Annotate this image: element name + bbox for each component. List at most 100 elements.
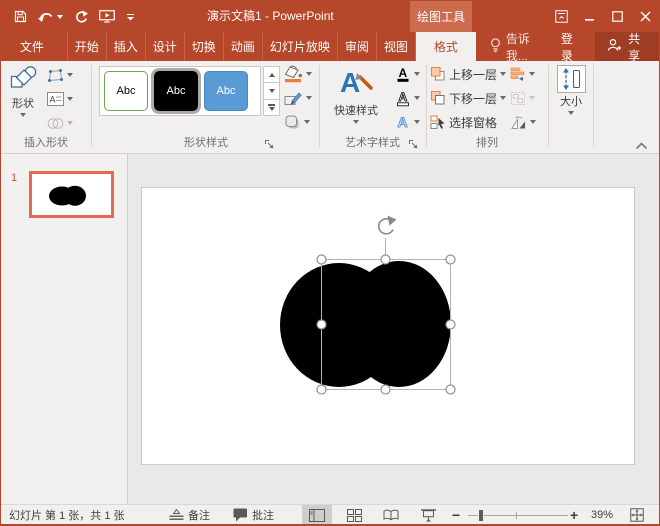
share-button[interactable]: 共享 <box>595 32 659 61</box>
tab-insert[interactable]: 插入 <box>106 32 145 61</box>
shape-styles-dialog-launcher-icon[interactable] <box>264 137 276 149</box>
slideshow-view-button[interactable] <box>413 505 443 525</box>
close-icon[interactable] <box>631 1 659 32</box>
save-icon[interactable] <box>14 10 27 23</box>
collapse-ribbon-icon[interactable] <box>635 137 648 155</box>
rotate-handle[interactable] <box>379 216 397 234</box>
tab-review[interactable]: 审阅 <box>337 32 376 61</box>
arrange-buttons: 上移一层 下移一层 选择窗格 <box>430 62 506 134</box>
size-icon <box>557 65 586 93</box>
group-objects-button[interactable] <box>510 86 536 110</box>
reading-view-button[interactable] <box>376 505 406 525</box>
customize-qat-icon[interactable] <box>126 13 135 21</box>
notes-button[interactable]: 备注 <box>169 505 210 525</box>
edit-shape-button[interactable] <box>47 63 73 87</box>
handle-bottom-left[interactable] <box>317 385 326 394</box>
zoom-slider-center-tick <box>516 512 517 519</box>
text-effects-button[interactable]: A <box>395 110 420 134</box>
zoom-out-button[interactable]: − <box>452 505 460 525</box>
black-freeform-shape[interactable] <box>280 261 451 387</box>
comments-label: 批注 <box>252 507 274 523</box>
shape-style-green[interactable]: Abc <box>104 71 148 111</box>
selection-pane-button[interactable]: 选择窗格 <box>430 110 506 134</box>
start-slideshow-icon[interactable] <box>99 10 115 23</box>
size-caret <box>568 111 574 115</box>
shape-style-blue[interactable]: Abc <box>204 71 248 111</box>
handle-top-left[interactable] <box>317 255 326 264</box>
svg-text:A: A <box>50 95 56 105</box>
quick-styles-button[interactable]: A 快速样式 <box>325 62 387 124</box>
minimize-icon[interactable] <box>575 1 603 32</box>
gallery-scroll-down[interactable] <box>263 83 280 99</box>
quick-styles-icon: A <box>338 65 374 102</box>
zoom-percentage[interactable]: 39% <box>591 505 613 525</box>
tab-animations[interactable]: 动画 <box>223 32 262 61</box>
shape-fill-caret <box>306 72 312 76</box>
tab-file[interactable]: 文件 <box>9 32 55 61</box>
handle-bottom-right[interactable] <box>446 385 455 394</box>
normal-view-button[interactable] <box>302 505 332 525</box>
rotate-button[interactable] <box>510 110 536 134</box>
bring-forward-caret <box>500 72 506 76</box>
fit-slide-to-window-button[interactable] <box>630 505 644 525</box>
slide-sorter-view-button[interactable] <box>339 505 369 525</box>
view-switcher <box>302 505 443 525</box>
handle-top-center[interactable] <box>381 255 390 264</box>
zoom-in-button[interactable]: + <box>570 505 578 525</box>
undo-dropdown-caret[interactable] <box>57 15 63 19</box>
comments-button[interactable]: 批注 <box>233 505 274 525</box>
text-fill-button[interactable]: A <box>395 62 420 86</box>
tab-home[interactable]: 开始 <box>67 32 106 61</box>
gallery-more-button[interactable] <box>263 100 280 116</box>
shape-effects-button[interactable] <box>284 110 312 134</box>
comments-icon <box>233 508 248 522</box>
shapes-button[interactable]: 形状 <box>4 62 42 117</box>
gallery-scroll-buttons <box>263 66 280 116</box>
text-box-button[interactable]: A <box>47 87 73 111</box>
slide[interactable] <box>141 187 635 465</box>
bring-forward-button[interactable]: 上移一层 <box>430 62 506 86</box>
quick-access-toolbar <box>1 10 135 23</box>
tell-me-box[interactable]: 告诉我... <box>490 32 548 61</box>
slide-editing-canvas[interactable] <box>128 154 659 504</box>
slide-thumbnail-selected[interactable] <box>29 171 114 218</box>
shape-style-black-selected[interactable]: Abc <box>154 71 198 111</box>
tab-transitions[interactable]: 切换 <box>184 32 223 61</box>
maximize-icon[interactable] <box>603 1 631 32</box>
zoom-slider-thumb[interactable] <box>478 509 484 522</box>
shape-fill-button[interactable] <box>284 62 312 86</box>
size-button[interactable]: 大小 <box>550 62 592 115</box>
shapes-dropdown-caret <box>20 113 26 117</box>
tab-slideshow[interactable]: 幻灯片放映 <box>262 32 337 61</box>
merge-shapes-button[interactable] <box>47 111 73 135</box>
handle-middle-left[interactable] <box>317 320 326 329</box>
ribbon-display-options-icon[interactable] <box>547 1 575 32</box>
share-label: 共享 <box>628 30 647 64</box>
svg-text:A: A <box>399 90 408 104</box>
shape-outline-button[interactable] <box>284 86 312 110</box>
send-backward-button[interactable]: 下移一层 <box>430 86 506 110</box>
align-button[interactable] <box>510 62 536 86</box>
handle-top-right[interactable] <box>446 255 455 264</box>
quick-styles-caret <box>353 120 359 124</box>
svg-text:A: A <box>398 114 408 130</box>
tab-format-active[interactable]: 格式 <box>416 32 476 61</box>
undo-icon[interactable] <box>38 11 63 23</box>
wordart-tools: A A A <box>395 62 420 134</box>
redo-icon[interactable] <box>74 10 88 23</box>
tab-design[interactable]: 设计 <box>145 32 184 61</box>
tab-view[interactable]: 视图 <box>376 32 416 61</box>
text-outline-button[interactable]: A <box>395 86 420 110</box>
group-label-shape-styles: 形状样式 <box>93 134 319 150</box>
notes-icon <box>169 509 184 521</box>
handle-bottom-center[interactable] <box>381 385 390 394</box>
wordart-styles-dialog-launcher-icon[interactable] <box>408 137 420 149</box>
tabrow-right: 登录 共享 <box>548 32 659 61</box>
sign-in-button[interactable]: 登录 <box>548 32 595 61</box>
lightbulb-icon <box>490 38 501 56</box>
rotate-caret <box>530 120 536 124</box>
handle-middle-right[interactable] <box>446 320 455 329</box>
edit-shape-caret <box>67 73 73 77</box>
gallery-scroll-up[interactable] <box>263 66 280 83</box>
group-separator <box>548 65 549 147</box>
